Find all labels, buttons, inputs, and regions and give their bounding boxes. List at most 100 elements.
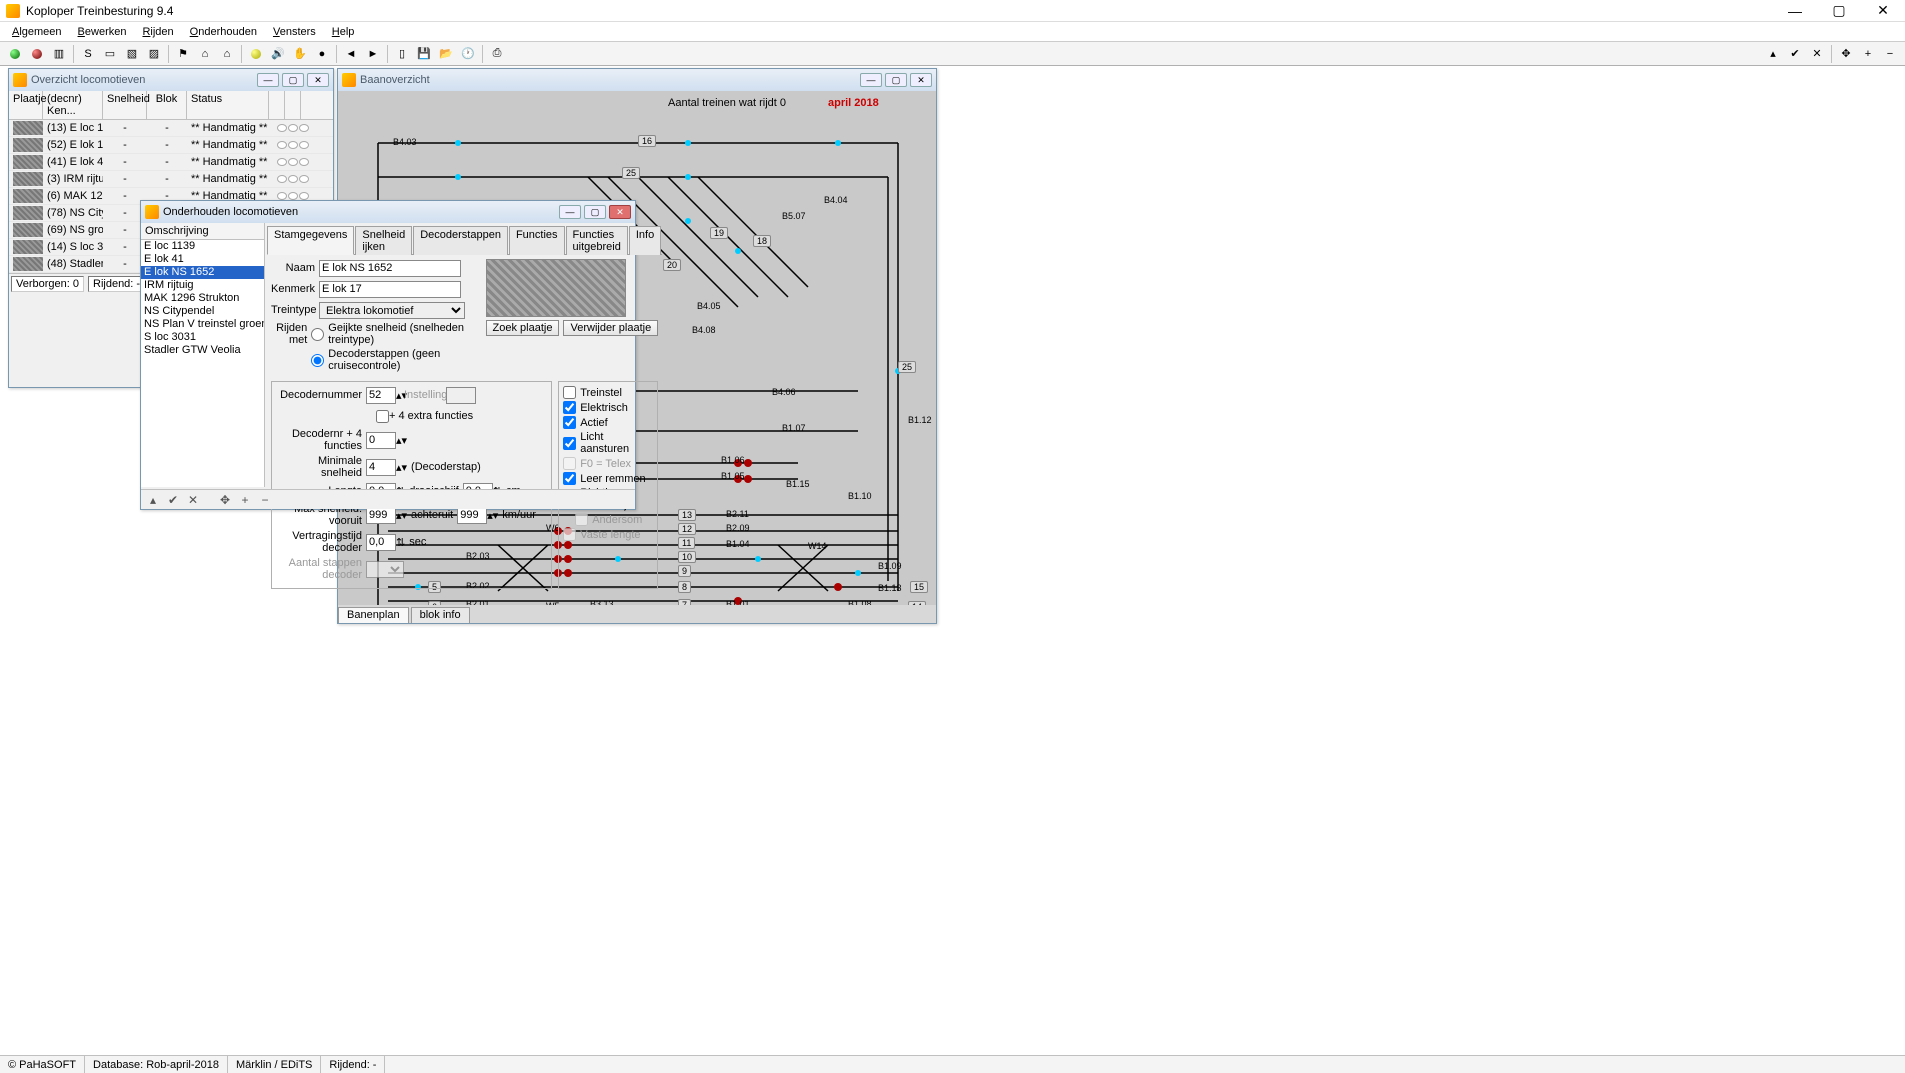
block-label: W14: [808, 541, 827, 551]
footer-x-icon[interactable]: ✕: [185, 492, 201, 508]
naam-input[interactable]: [319, 260, 461, 277]
ondh-min-button[interactable]: —: [559, 205, 581, 219]
tb-home-icon[interactable]: ⌂: [195, 44, 215, 64]
menu-onderhouden[interactable]: Onderhouden: [182, 24, 265, 40]
ov-max-button[interactable]: ▢: [282, 73, 304, 87]
baan-max-button[interactable]: ▢: [885, 73, 907, 87]
tb-minus-icon[interactable]: −: [1880, 44, 1900, 64]
tab-snelheid[interactable]: Snelheid ijken: [355, 226, 412, 255]
list-item[interactable]: E lok 41: [141, 253, 264, 266]
chk-vaste: [563, 528, 576, 541]
vertrag-input[interactable]: [366, 534, 396, 551]
ov-close-button[interactable]: ✕: [307, 73, 329, 87]
tab-functies[interactable]: Functies: [509, 226, 565, 255]
footer-check-icon[interactable]: ✔: [165, 492, 181, 508]
menu-bewerken[interactable]: Bewerken: [70, 24, 135, 40]
extra-functies-check[interactable]: [376, 410, 389, 423]
ondh-list[interactable]: E loc 1139E lok 41E lok NS 1652IRM rijtu…: [141, 240, 264, 487]
footer-up-icon[interactable]: ▴: [145, 492, 161, 508]
chk-treinstel[interactable]: [563, 386, 576, 399]
tab-decoderstappen[interactable]: Decoderstappen: [413, 226, 508, 255]
tb-x-icon[interactable]: ✕: [1807, 44, 1827, 64]
tb-btn5[interactable]: ▭: [100, 44, 120, 64]
menu-help[interactable]: Help: [324, 24, 363, 40]
maxv-input[interactable]: [366, 507, 396, 524]
ondh-max-button[interactable]: ▢: [584, 205, 606, 219]
list-item[interactable]: NS Citypendel: [141, 305, 264, 318]
tab-stamgegevens[interactable]: Stamgegevens: [267, 226, 354, 255]
table-row[interactable]: (41) E lok 41--** Handmatig **: [9, 154, 333, 171]
kenmerk-input[interactable]: [319, 281, 461, 298]
tb-right-icon[interactable]: ►: [363, 44, 383, 64]
tb-red-icon[interactable]: [27, 44, 47, 64]
chk-elektrisch[interactable]: [563, 401, 576, 414]
tb-check-icon[interactable]: ✔: [1785, 44, 1805, 64]
col-status[interactable]: Status: [187, 91, 269, 119]
list-item[interactable]: S loc 3031: [141, 331, 264, 344]
tb-open-icon[interactable]: 📂: [436, 44, 456, 64]
tb-home2-icon[interactable]: ⌂: [217, 44, 237, 64]
tb-dark-icon[interactable]: ●: [312, 44, 332, 64]
table-row[interactable]: (52) E lok 17--** Handmatig **: [9, 137, 333, 154]
tb-flag-icon[interactable]: ⚑: [173, 44, 193, 64]
tb-print-icon[interactable]: ⎙: [487, 44, 507, 64]
verwijder-plaatje-button[interactable]: Verwijder plaatje: [563, 320, 658, 336]
footer-plus-icon[interactable]: +: [237, 492, 253, 508]
menu-algemeen[interactable]: Algemeen: [4, 24, 70, 40]
list-item[interactable]: MAK 1296 Strukton: [141, 292, 264, 305]
chk-licht[interactable]: [563, 437, 576, 450]
tb-up-icon[interactable]: ▴: [1763, 44, 1783, 64]
col-kenmerk[interactable]: (decnr) Ken...: [43, 91, 103, 119]
dec4-input[interactable]: [366, 432, 396, 449]
list-item[interactable]: NS Plan V treinstel groen WS: [141, 318, 264, 331]
minimize-button[interactable]: —: [1773, 0, 1817, 22]
tab-banenplan[interactable]: Banenplan: [338, 607, 409, 623]
tab-functies-uitg[interactable]: Functies uitgebreid: [566, 226, 628, 255]
table-row[interactable]: (13) E loc 1139--** Handmatig **: [9, 120, 333, 137]
tb-hand-icon[interactable]: ✋: [290, 44, 310, 64]
col-blok[interactable]: Blok: [147, 91, 187, 119]
radio-decoderstappen[interactable]: [311, 354, 324, 367]
tb-btn6[interactable]: ▧: [122, 44, 142, 64]
footer-minus-icon[interactable]: −: [257, 492, 273, 508]
zoek-plaatje-button[interactable]: Zoek plaatje: [486, 320, 560, 336]
tb-sound-icon[interactable]: 🔊: [268, 44, 288, 64]
tb-btn7[interactable]: ▨: [144, 44, 164, 64]
tb-btn3[interactable]: ▥: [49, 44, 69, 64]
decnr-input[interactable]: [366, 387, 396, 404]
list-item[interactable]: E lok NS 1652: [141, 266, 264, 279]
tb-left-icon[interactable]: ◄: [341, 44, 361, 64]
tab-info[interactable]: Info: [629, 226, 661, 255]
tb-move-icon[interactable]: ✥: [1836, 44, 1856, 64]
close-button[interactable]: ✕: [1861, 0, 1905, 22]
ov-min-button[interactable]: —: [257, 73, 279, 87]
minsnel-input[interactable]: [366, 459, 396, 476]
menu-vensters[interactable]: Vensters: [265, 24, 324, 40]
tb-clock-icon[interactable]: 🕐: [458, 44, 478, 64]
chk-leer[interactable]: [563, 472, 576, 485]
tab-blokinfo[interactable]: blok info: [411, 607, 470, 623]
maximize-button[interactable]: ▢: [1817, 0, 1861, 22]
window-onderhouden[interactable]: Onderhouden locomotieven — ▢ ✕ Omschrijv…: [140, 200, 636, 510]
baan-min-button[interactable]: —: [860, 73, 882, 87]
list-item[interactable]: Stadler GTW Veolia: [141, 344, 264, 357]
col-snelheid[interactable]: Snelheid: [103, 91, 147, 119]
list-item[interactable]: IRM rijtuig: [141, 279, 264, 292]
chk-actief[interactable]: [563, 416, 576, 429]
ondh-close-button[interactable]: ✕: [609, 205, 631, 219]
tb-green-icon[interactable]: [5, 44, 25, 64]
menu-rijden[interactable]: Rijden: [134, 24, 181, 40]
achter-input[interactable]: [457, 507, 487, 524]
tb-doc-icon[interactable]: ▯: [392, 44, 412, 64]
tb-s-icon[interactable]: S: [78, 44, 98, 64]
table-row[interactable]: (3) IRM rijtuig--** Handmatig **: [9, 171, 333, 188]
tb-yellow-icon[interactable]: [246, 44, 266, 64]
tb-plus-icon[interactable]: +: [1858, 44, 1878, 64]
baan-close-button[interactable]: ✕: [910, 73, 932, 87]
footer-move-icon[interactable]: ✥: [217, 492, 233, 508]
radio-geijkte[interactable]: [311, 328, 324, 341]
list-item[interactable]: E loc 1139: [141, 240, 264, 253]
col-plaatje[interactable]: Plaatje: [9, 91, 43, 119]
tb-save-icon[interactable]: 💾: [414, 44, 434, 64]
treintype-select[interactable]: Elektra lokomotief: [319, 302, 465, 319]
